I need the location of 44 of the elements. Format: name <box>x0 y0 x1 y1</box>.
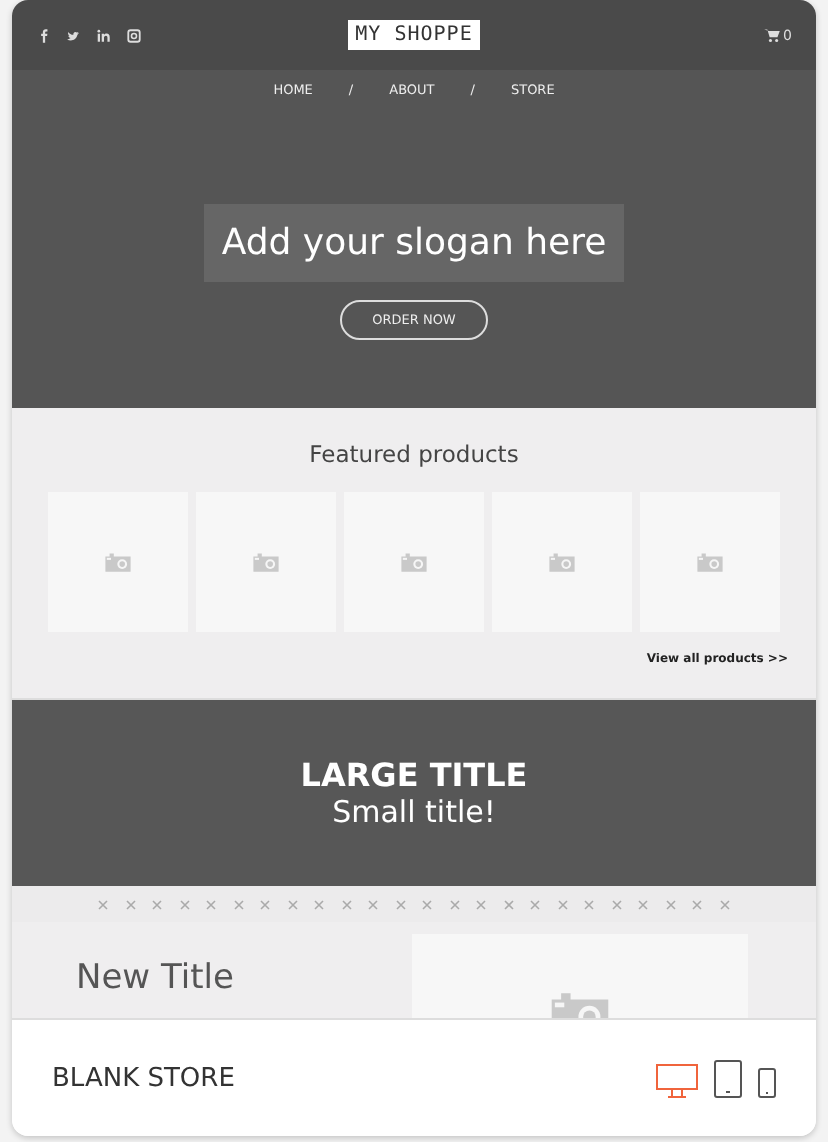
desktop-icon[interactable] <box>656 1063 698 1097</box>
store-logo[interactable]: MY SHOPPE <box>347 20 481 50</box>
cross-mark-icon <box>503 899 514 909</box>
cross-mark-icon <box>152 899 163 909</box>
cross-mark-icon <box>557 899 568 909</box>
cross-mark-icon <box>638 899 649 909</box>
camera-icon <box>548 552 576 572</box>
cross-mark-icon <box>341 899 352 909</box>
cross-mark-icon <box>395 899 406 909</box>
camera-icon <box>252 552 280 572</box>
twitter-icon[interactable] <box>66 27 82 43</box>
cross-mark-icon <box>611 899 622 909</box>
cross-mark-icon <box>449 899 460 909</box>
section-title: Featured products <box>309 440 519 468</box>
cross-mark-icon <box>125 899 136 909</box>
section-title: New Title <box>76 958 236 1002</box>
template-name: BLANK STORE <box>52 1063 237 1093</box>
cross-mark-icon <box>422 899 433 909</box>
camera-icon <box>696 552 724 572</box>
cross-mark-icon <box>206 899 217 909</box>
instagram-icon[interactable] <box>126 27 142 43</box>
cross-mark-icon <box>719 899 730 909</box>
slogan-text: Add your slogan here <box>203 203 625 281</box>
linkedin-icon[interactable] <box>96 27 112 43</box>
banner-subtitle: Small title! <box>332 794 496 830</box>
cross-mark-icon <box>233 899 244 909</box>
banner-title: LARGE TITLE <box>300 756 528 794</box>
cross-mark-icon <box>476 899 487 909</box>
cross-mark-icon <box>98 899 109 909</box>
cross-mark-icon <box>260 899 271 909</box>
camera-icon <box>104 552 132 572</box>
cross-mark-icon <box>665 899 676 909</box>
cross-mark-icon <box>287 899 298 909</box>
tablet-icon[interactable] <box>714 1059 742 1097</box>
cross-mark-icon <box>584 899 595 909</box>
phone-icon[interactable] <box>758 1067 776 1097</box>
cross-mark-icon <box>692 899 703 909</box>
cross-mark-icon <box>368 899 379 909</box>
cart-icon[interactable] <box>763 28 780 42</box>
facebook-icon[interactable] <box>36 27 52 43</box>
cross-mark-icon <box>314 899 325 909</box>
camera-icon <box>400 552 428 572</box>
cross-mark-icon <box>179 899 190 909</box>
cross-mark-icon <box>530 899 541 909</box>
